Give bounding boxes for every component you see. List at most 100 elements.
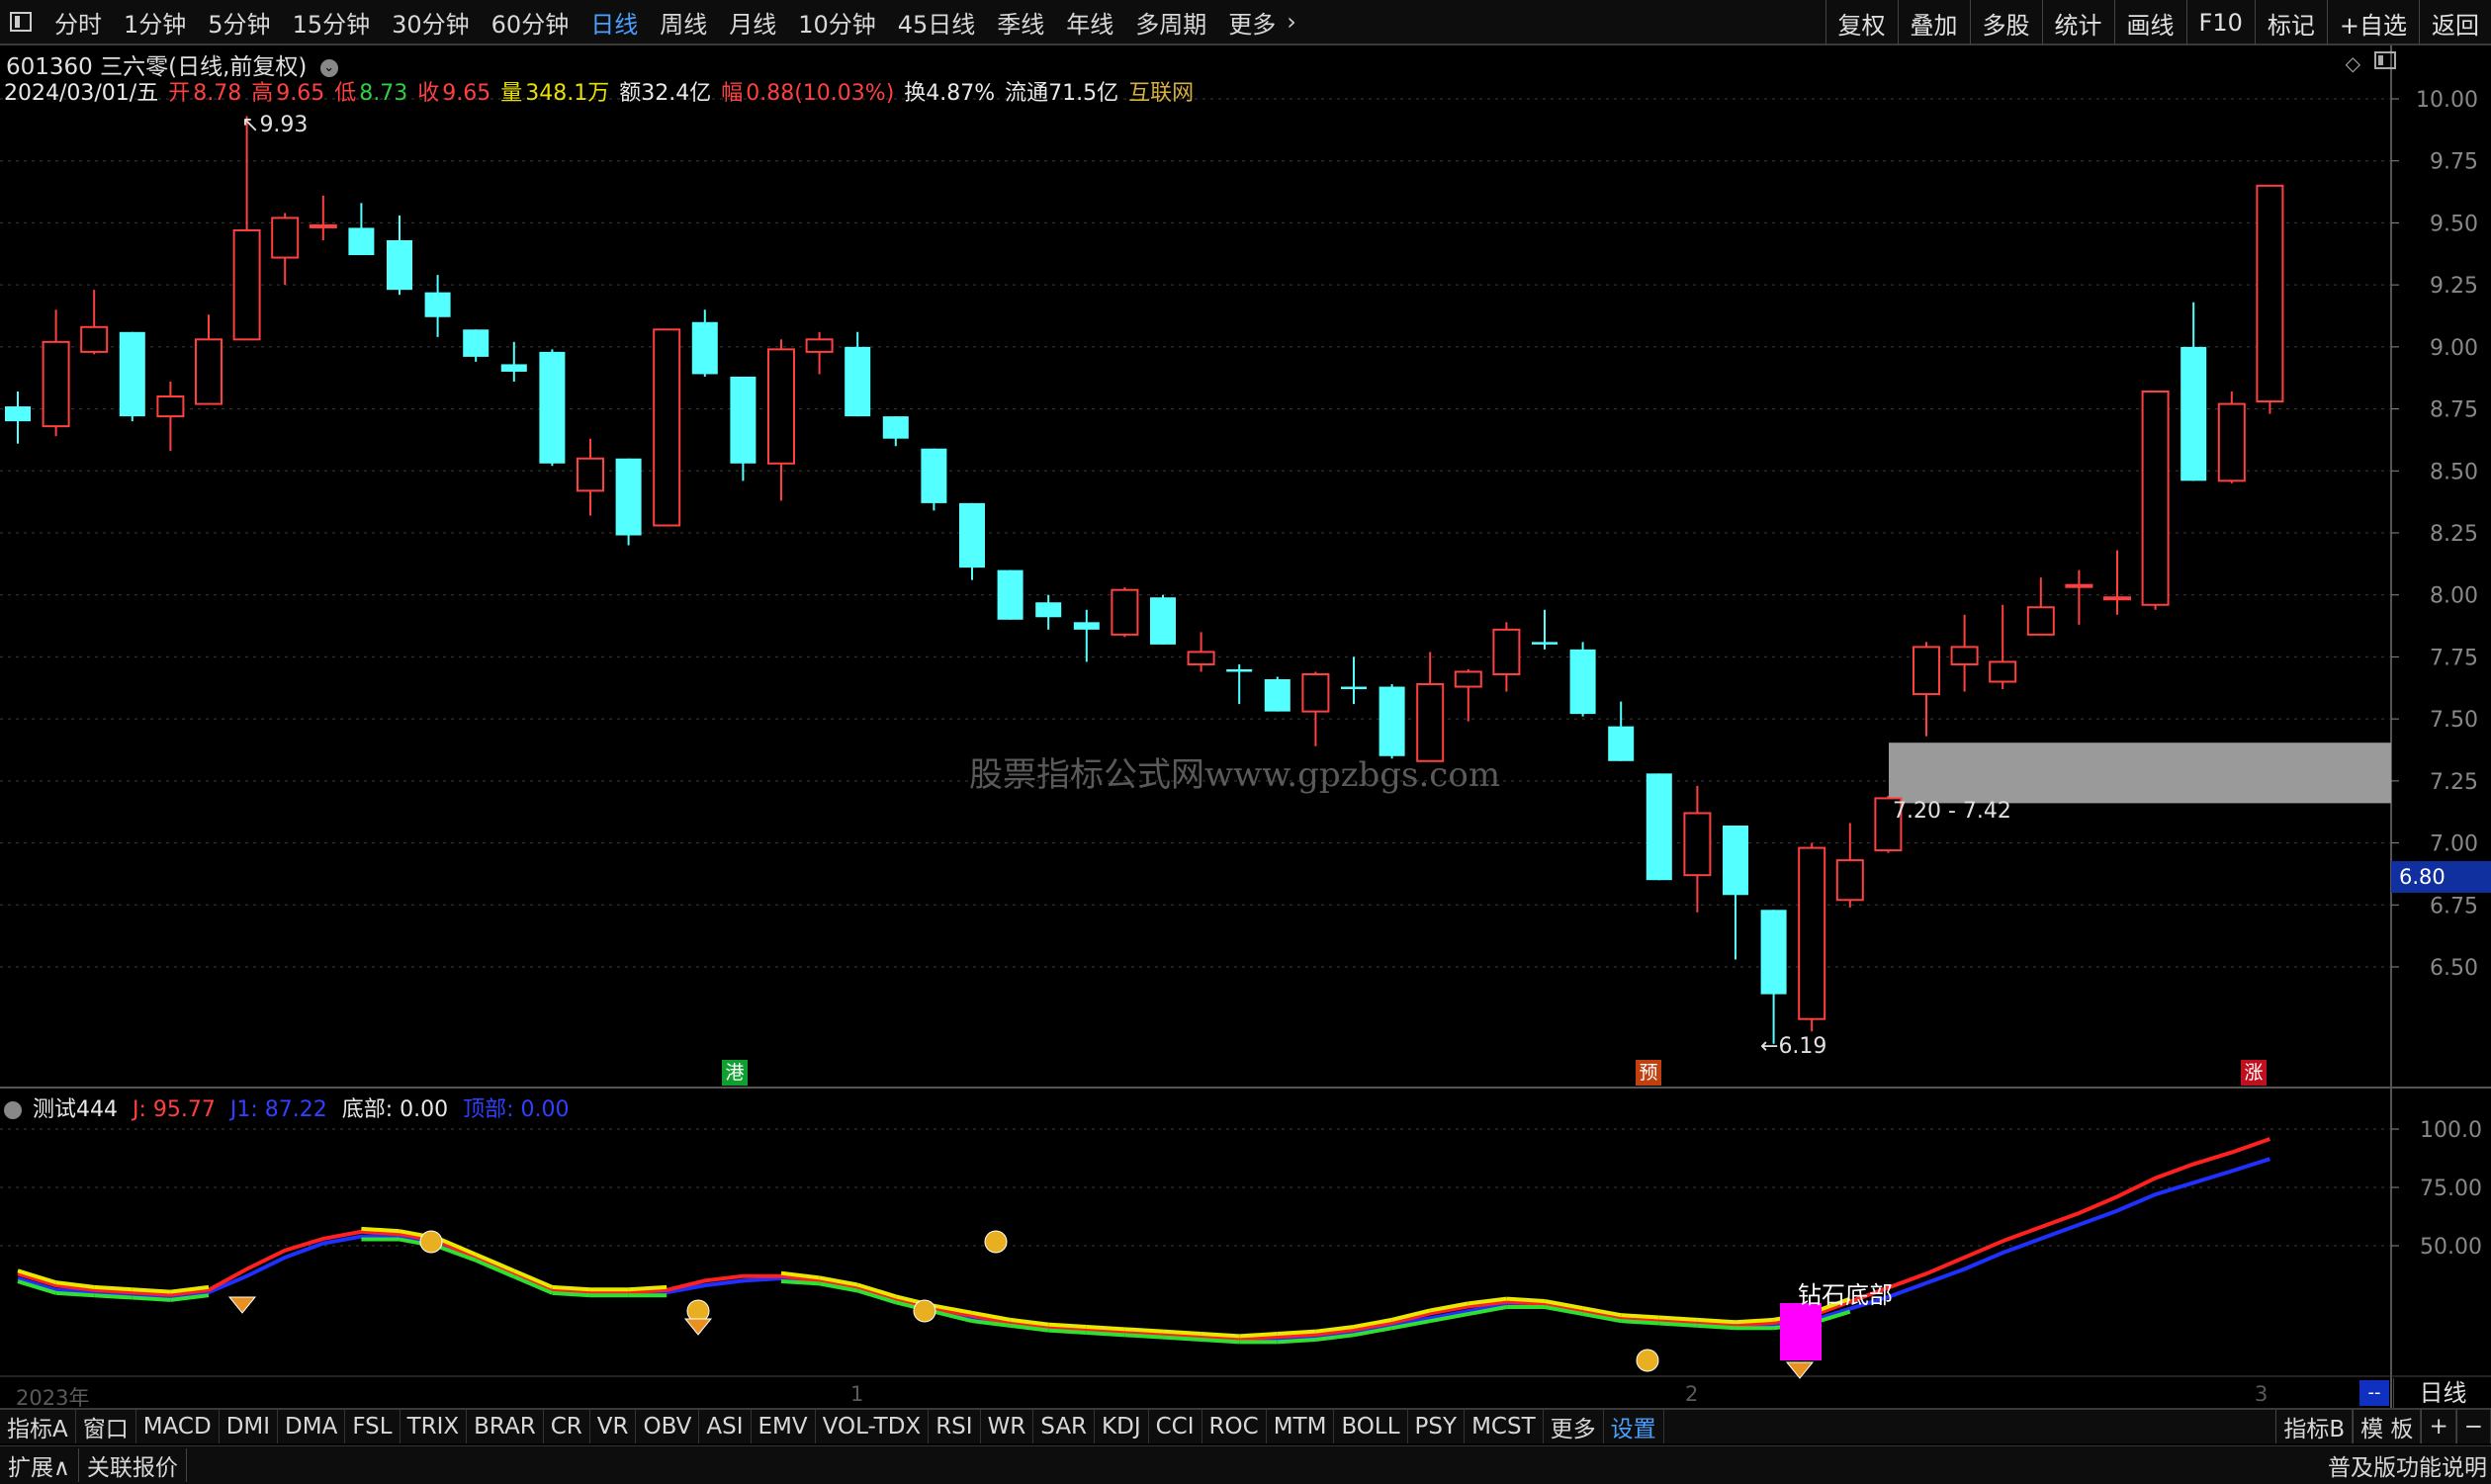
indicator-tab-10[interactable]: OBV <box>636 1410 700 1443</box>
candle-body <box>309 223 337 228</box>
y-tick-label: 9.00 <box>2430 336 2478 361</box>
period-tab-4[interactable]: 30分钟 <box>381 5 481 40</box>
period-tab-10[interactable]: 45日线 <box>887 5 987 40</box>
marker-gang[interactable]: 港 <box>722 1060 748 1086</box>
toolbar-button-2[interactable]: 多股 <box>1969 0 2042 45</box>
candle-body <box>539 351 566 464</box>
indicator-tab-1[interactable]: 窗口 <box>76 1410 136 1443</box>
indicator-tab-7[interactable]: BRAR <box>467 1410 544 1443</box>
period-tab-5[interactable]: 60分钟 <box>481 5 580 40</box>
high-marker: ↖9.93 <box>241 113 309 137</box>
indicator-tab-14[interactable]: RSI <box>929 1410 981 1443</box>
period-tab-0[interactable]: 分时 <box>44 5 113 40</box>
indicator-tab-16[interactable]: SAR <box>1033 1410 1096 1443</box>
indicator-tab-4[interactable]: DMA <box>278 1410 346 1443</box>
indicator-dropdown-icon[interactable] <box>4 1101 22 1119</box>
period-tab-13[interactable]: 多周期 <box>1124 5 1217 40</box>
current-price-tag: 6.80 <box>2391 861 2491 893</box>
toolbar-button-5[interactable]: F10 <box>2185 0 2255 45</box>
dropdown-icon[interactable]: ⌄ <box>319 58 338 77</box>
indicator-tab-12[interactable]: EMV <box>752 1410 816 1443</box>
indicator-tab-9[interactable]: VR <box>590 1410 637 1443</box>
expand-button[interactable]: 扩展∧ <box>0 1448 79 1482</box>
high-marker-value: 9.93 <box>259 113 309 137</box>
marker-yu[interactable]: 预 <box>1636 1060 1661 1086</box>
j-falling-segment <box>1658 1315 1698 1322</box>
low-marker-value: 6.19 <box>1778 1034 1827 1059</box>
j-falling-segment <box>361 1226 400 1234</box>
candle-body <box>1454 670 1482 688</box>
indicator-tab-right-2[interactable]: + <box>2421 1410 2456 1443</box>
candle-body <box>845 346 871 417</box>
indicator-tab-20[interactable]: MTM <box>1267 1410 1335 1443</box>
period-day-button[interactable]: 日线 <box>2393 1378 2491 1408</box>
toolbar-button-3[interactable]: 统计 <box>2041 0 2114 45</box>
indicator-tab-18[interactable]: CCI <box>1149 1410 1202 1443</box>
support-band <box>1889 742 2391 804</box>
period-tab-7[interactable]: 周线 <box>649 5 718 40</box>
indicator-tab-8[interactable]: CR <box>544 1410 590 1443</box>
period-tab-14[interactable]: 更多 <box>1217 5 1287 40</box>
j-falling-segment <box>132 1287 171 1294</box>
candle-body <box>2026 606 2055 636</box>
indicator-tab-15[interactable]: WR <box>981 1410 1034 1443</box>
toolbar-right-buttons: 复权 叠加 多股 统计 画线 F10 标记 +自选 返回 <box>1824 0 2491 45</box>
indicator-tab-right-1[interactable]: 模 板 <box>2353 1410 2422 1443</box>
indicator-tab-3[interactable]: DMI <box>220 1410 279 1443</box>
toolbar-button-0[interactable]: 复权 <box>1824 0 1898 45</box>
toolbar-button-4[interactable]: 画线 <box>2113 0 2186 45</box>
scroll-indicator[interactable]: -- <box>2359 1380 2389 1406</box>
indicator-tab-17[interactable]: KDJ <box>1095 1410 1149 1443</box>
menu-toggle-icon[interactable] <box>10 12 32 32</box>
toolbar-button-6[interactable]: 标记 <box>2254 0 2327 45</box>
candle-body <box>691 321 718 375</box>
indicator-tab-13[interactable]: VOL-TDX <box>816 1410 930 1443</box>
quote-change: 0.88(10.03%) <box>746 81 895 106</box>
panel-layout-icon[interactable] <box>2374 51 2396 69</box>
indicator-tab-5[interactable]: FSL <box>345 1410 400 1443</box>
indicator-tab-19[interactable]: ROC <box>1202 1410 1267 1443</box>
diamond-icon[interactable]: ◇ <box>2346 51 2360 75</box>
money-bag-icon <box>913 1299 936 1323</box>
version-note-link[interactable]: 普及版功能说明 <box>2328 1448 2487 1482</box>
indicator-tab-25[interactable]: 设置 <box>1604 1410 1664 1443</box>
j1-line <box>17 1157 2271 1342</box>
indicator-tab-24[interactable]: 更多 <box>1544 1410 1604 1443</box>
toolbar-button-7[interactable]: +自选 <box>2326 0 2419 45</box>
indicator-tab-21[interactable]: BOLL <box>1334 1410 1408 1443</box>
j1-falling-segment <box>1048 1328 1087 1335</box>
more-chevron-icon[interactable]: › <box>1287 8 1296 36</box>
quote-concept[interactable]: 互联网 <box>1128 81 1194 106</box>
indicator-tab-11[interactable]: ASI <box>699 1410 752 1443</box>
period-tab-6[interactable]: 日线 <box>579 5 649 40</box>
y-tick-label: 9.50 <box>2430 212 2478 236</box>
quote-amount: 额32.4亿 <box>619 81 712 106</box>
period-tab-12[interactable]: 年线 <box>1055 5 1124 40</box>
diamond-bottom-bar <box>1780 1303 1822 1360</box>
quote-close: 9.65 <box>442 81 491 106</box>
marker-zhang[interactable]: 涨 <box>2241 1060 2267 1086</box>
related-quote-button[interactable]: 关联报价 <box>79 1448 187 1482</box>
candle-body <box>577 457 604 492</box>
indicator-tab-right-0[interactable]: 指标B <box>2275 1410 2354 1443</box>
indicator-tab-6[interactable]: TRIX <box>400 1410 468 1443</box>
indicator-tab-23[interactable]: MCST <box>1465 1410 1544 1443</box>
indicator-tab-0[interactable]: 指标A <box>0 1410 76 1443</box>
indicator-tab-22[interactable]: PSY <box>1408 1410 1466 1443</box>
candle-body <box>1569 649 1596 715</box>
indicator-tab-2[interactable]: MACD <box>136 1410 220 1443</box>
y-tick-label: 8.50 <box>2430 460 2478 484</box>
period-tab-9[interactable]: 10分钟 <box>787 5 887 40</box>
chart-area[interactable]: 10.00 9.75 9.50 9.25 9.00 8.75 8.50 8.25 8.00 7.7… <box>0 45 2491 1408</box>
period-tab-3[interactable]: 15分钟 <box>282 5 382 40</box>
toolbar-button-8[interactable]: 返回 <box>2419 0 2491 45</box>
candle-body <box>1646 773 1672 881</box>
indicator-tab-right-3[interactable]: − <box>2455 1410 2491 1443</box>
j1-falling-segment <box>1162 1335 1201 1343</box>
period-tab-1[interactable]: 1分钟 <box>113 5 197 40</box>
period-tab-8[interactable]: 月线 <box>718 5 787 40</box>
toolbar-button-1[interactable]: 叠加 <box>1897 0 1970 45</box>
period-tab-2[interactable]: 5分钟 <box>197 5 281 40</box>
period-tab-11[interactable]: 季线 <box>986 5 1055 40</box>
j1-falling-segment <box>132 1295 171 1302</box>
